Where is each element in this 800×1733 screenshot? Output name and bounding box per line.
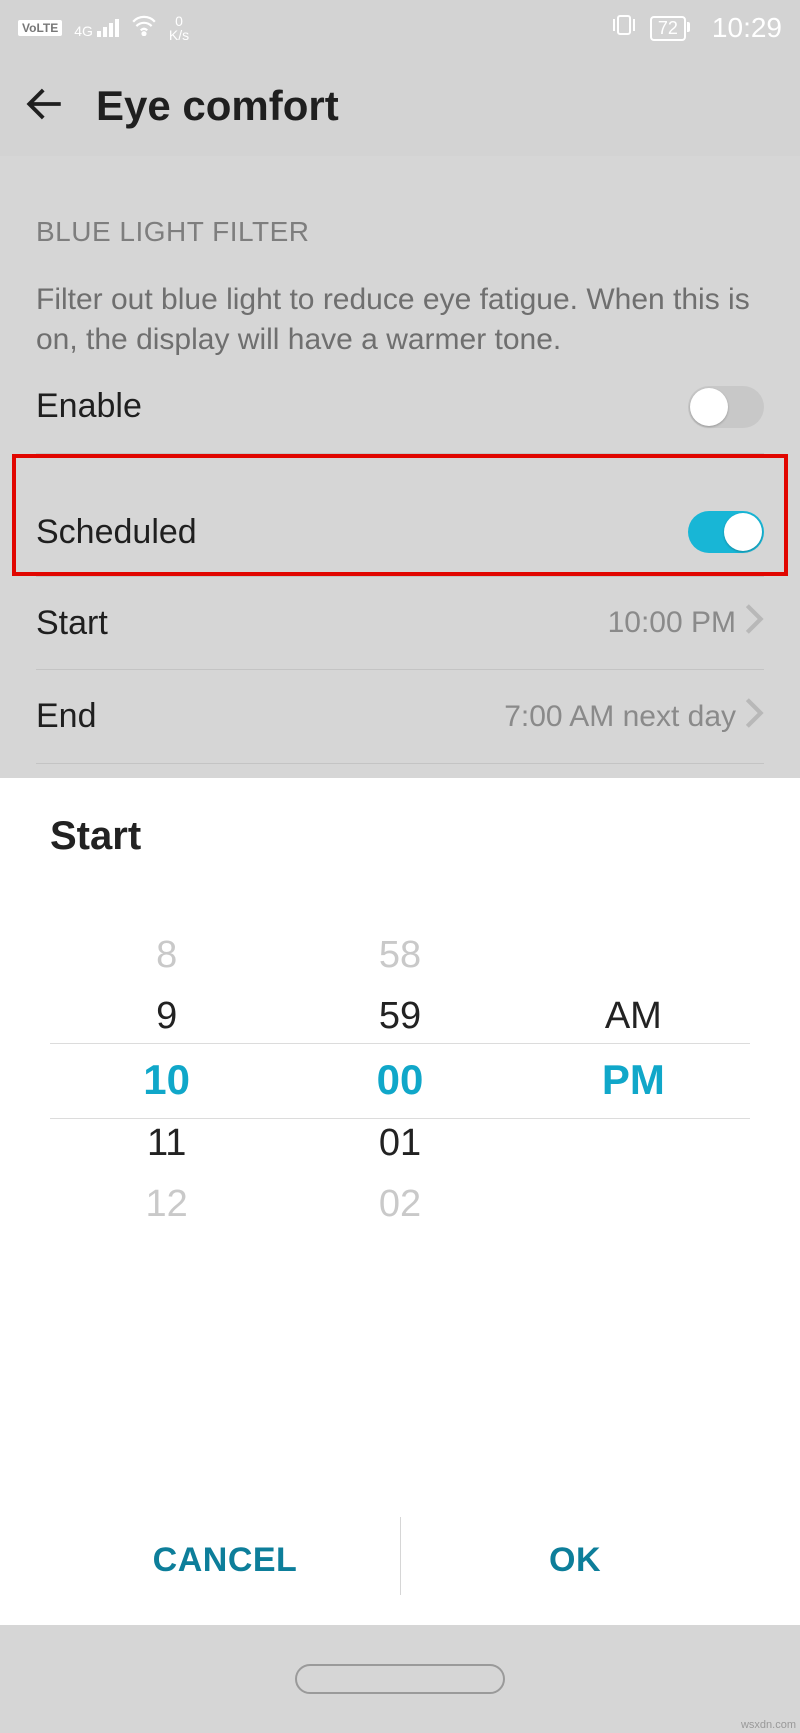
row-end-value: 7:00 AM next day	[504, 700, 736, 734]
row-start-value: 10:00 PM	[608, 606, 736, 640]
cancel-button[interactable]: CANCEL	[50, 1541, 400, 1580]
section-description: Filter out blue light to reduce eye fati…	[36, 248, 764, 360]
net-speed: 0 K/s	[169, 14, 189, 42]
time-picker[interactable]: 8 9 10 11 12 58 59 00 01 02 AM PM	[50, 895, 750, 1265]
toggle-scheduled[interactable]	[688, 511, 764, 553]
picker-minutes[interactable]: 58 59 00 01 02	[283, 895, 516, 1265]
section-heading: BLUE LIGHT FILTER	[36, 156, 764, 248]
attribution: wsxdn.com	[741, 1719, 796, 1731]
row-scheduled[interactable]: Scheduled	[36, 492, 764, 572]
picker-ampm[interactable]: AM PM	[517, 895, 750, 1265]
row-end[interactable]: End 7:00 AM next day	[36, 670, 764, 764]
system-navbar	[0, 1625, 800, 1733]
status-bar: VoLTE 4G 0 K/s 72 10:29	[0, 0, 800, 56]
action-divider	[400, 1517, 401, 1595]
settings-content: BLUE LIGHT FILTER Filter out blue light …	[0, 156, 800, 764]
row-enable[interactable]: Enable	[36, 360, 764, 454]
row-enable-label: Enable	[36, 387, 142, 426]
ok-button[interactable]: OK	[400, 1541, 750, 1580]
wifi-icon	[131, 14, 157, 42]
signal-icon: 4G	[74, 19, 119, 37]
app-header: Eye comfort	[0, 56, 800, 156]
highlight-scheduled: Scheduled	[12, 454, 788, 576]
row-start-label: Start	[36, 604, 108, 643]
picker-title: Start	[50, 814, 750, 859]
row-scheduled-label: Scheduled	[36, 513, 197, 552]
row-end-label: End	[36, 697, 97, 736]
back-icon[interactable]	[24, 83, 66, 130]
chevron-right-icon	[744, 696, 764, 738]
time-picker-sheet: Start 8 9 10 11 12 58 59 00 01 02 AM PM	[0, 778, 800, 1625]
battery-icon: 72	[650, 16, 686, 41]
volte-badge: VoLTE	[18, 20, 62, 36]
row-start[interactable]: Start 10:00 PM	[36, 576, 764, 670]
picker-hours[interactable]: 8 9 10 11 12	[50, 895, 283, 1265]
picker-actions: CANCEL OK	[50, 1495, 750, 1625]
vibrate-icon	[610, 13, 638, 43]
nav-pill[interactable]	[295, 1664, 505, 1694]
page-title: Eye comfort	[96, 82, 339, 130]
toggle-enable[interactable]	[688, 386, 764, 428]
status-clock: 10:29	[712, 12, 782, 44]
chevron-right-icon	[744, 602, 764, 644]
